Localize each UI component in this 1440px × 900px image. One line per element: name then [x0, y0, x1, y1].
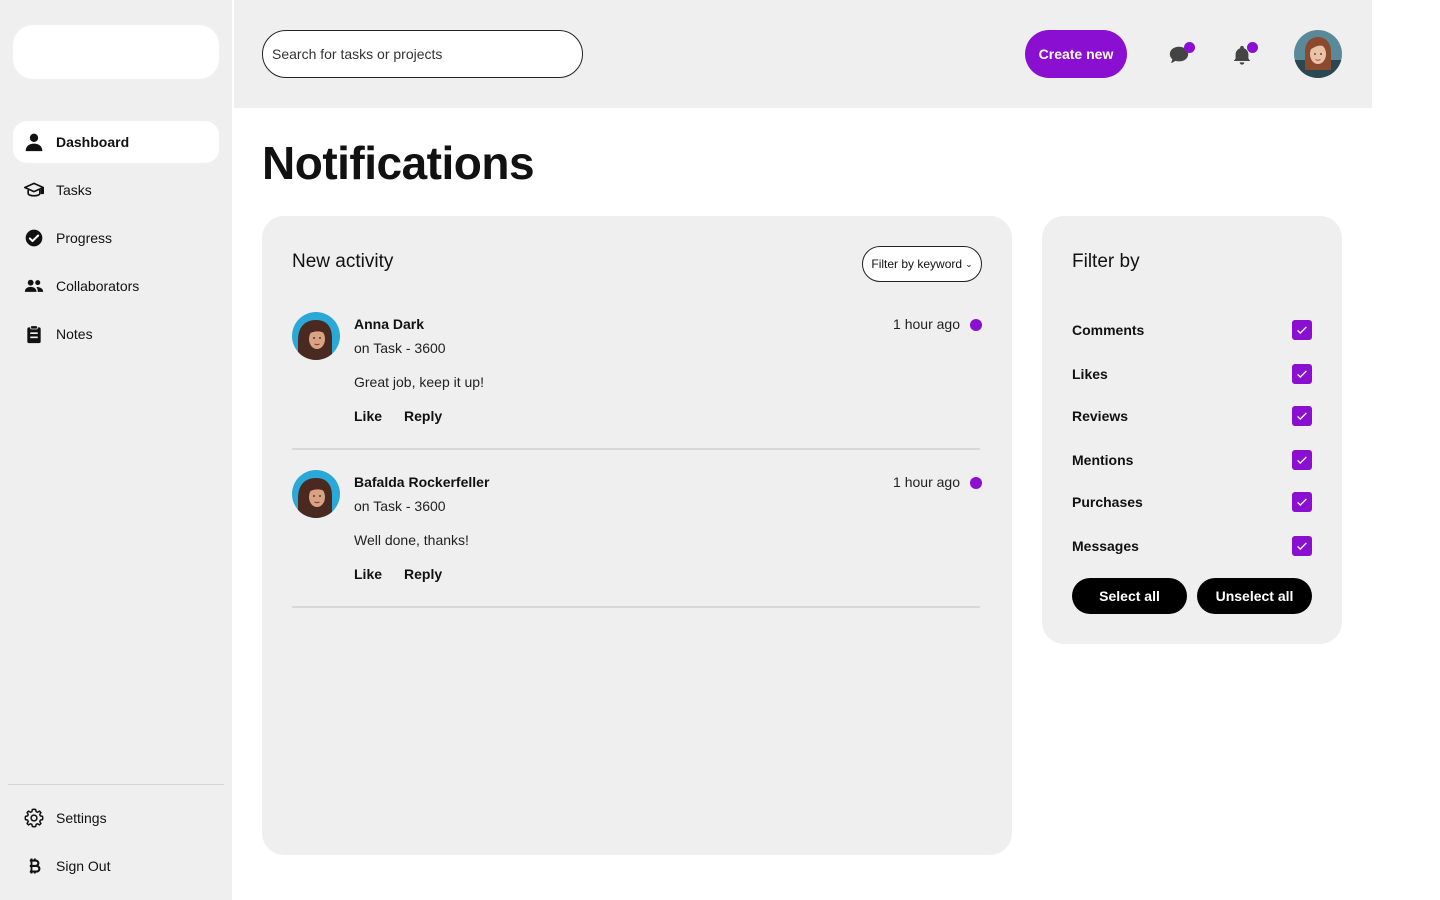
- sidebar: Dashboard Tasks Progress Collaborators N…: [0, 0, 232, 900]
- notifications-button[interactable]: [1231, 42, 1258, 66]
- unread-indicator: [970, 477, 982, 489]
- sidebar-item-tasks[interactable]: Tasks: [13, 169, 219, 211]
- clipboard-icon: [24, 324, 44, 344]
- filter-option-label: Purchases: [1072, 494, 1143, 510]
- users-icon: [24, 276, 44, 296]
- sidebar-item-label: Notes: [56, 326, 93, 342]
- filter-option-label: Mentions: [1072, 452, 1134, 468]
- checkmark-icon: [1297, 456, 1307, 465]
- divider: [292, 606, 980, 608]
- sidebar-item-notes[interactable]: Notes: [13, 313, 219, 355]
- checkmark-icon: [1297, 370, 1307, 379]
- chat-unread-dot: [1184, 42, 1195, 53]
- sidebar-item-settings[interactable]: Settings: [13, 797, 219, 839]
- activity-panel-title: New activity: [292, 251, 394, 272]
- gear-icon: [24, 808, 44, 828]
- unselect-all-button[interactable]: Unselect all: [1197, 578, 1312, 614]
- checkmark-icon: [1297, 412, 1307, 421]
- purchases-checkbox[interactable]: [1292, 492, 1312, 512]
- activity-author[interactable]: Bafalda Rockerfeller: [354, 474, 489, 490]
- activity-context: on Task - 3600: [354, 340, 446, 356]
- sidebar-divider: [8, 784, 224, 785]
- activity-panel: New activity Filter by keyword ⌄ Anna Da…: [262, 216, 1012, 855]
- sidebar-item-collaborators[interactable]: Collaborators: [13, 265, 219, 307]
- sidebar-item-label: Dashboard: [56, 134, 130, 150]
- comments-checkbox[interactable]: [1292, 320, 1312, 340]
- reply-button[interactable]: Reply: [404, 566, 442, 582]
- filter-by-keyword-dropdown[interactable]: Filter by keyword ⌄: [862, 246, 982, 282]
- sidebar-item-label: Tasks: [56, 182, 92, 198]
- filter-option-label: Likes: [1072, 366, 1108, 382]
- sidebar-item-dashboard[interactable]: Dashboard: [13, 121, 219, 163]
- like-button[interactable]: Like: [354, 408, 382, 424]
- sidebar-item-sign-out[interactable]: Sign Out: [13, 845, 219, 887]
- activity-message: Great job, keep it up!: [354, 374, 484, 390]
- avatar[interactable]: [292, 470, 340, 518]
- checkmark-icon: [1297, 498, 1307, 507]
- bitcoin-icon: [24, 856, 44, 876]
- chevron-down-icon: ⌄: [965, 258, 973, 269]
- activity-time: 1 hour ago: [893, 474, 960, 490]
- chat-button[interactable]: [1168, 42, 1195, 66]
- activity-time: 1 hour ago: [893, 316, 960, 332]
- activity-message: Well done, thanks!: [354, 532, 469, 548]
- likes-checkbox[interactable]: [1292, 364, 1312, 384]
- avatar[interactable]: [292, 312, 340, 360]
- filter-option-purchases: Purchases: [1072, 492, 1312, 512]
- reply-button[interactable]: Reply: [404, 408, 442, 424]
- select-all-button[interactable]: Select all: [1072, 578, 1187, 614]
- user-icon: [24, 132, 44, 152]
- sidebar-item-label: Settings: [56, 810, 107, 826]
- filter-option-likes: Likes: [1072, 364, 1312, 384]
- filter-option-comments: Comments: [1072, 320, 1312, 340]
- filter-option-label: Reviews: [1072, 408, 1129, 424]
- filter-option-reviews: Reviews: [1072, 406, 1312, 426]
- unread-indicator: [970, 319, 982, 331]
- reviews-checkbox[interactable]: [1292, 406, 1312, 426]
- logo-placeholder: [13, 25, 219, 79]
- check-circle-icon: [24, 228, 44, 248]
- filter-option-mentions: Mentions: [1072, 450, 1312, 470]
- filter-panel: Filter by Comments Likes Reviews Mention…: [1042, 216, 1342, 644]
- activity-author[interactable]: Anna Dark: [354, 316, 424, 332]
- top-bar: Create new: [234, 0, 1372, 108]
- create-new-button[interactable]: Create new: [1025, 30, 1127, 78]
- filter-panel-title: Filter by: [1072, 251, 1140, 272]
- sidebar-item-progress[interactable]: Progress: [13, 217, 219, 259]
- filter-option-messages: Messages: [1072, 536, 1312, 556]
- mentions-checkbox[interactable]: [1292, 450, 1312, 470]
- checkmark-icon: [1297, 326, 1307, 335]
- checkmark-icon: [1297, 542, 1307, 551]
- divider: [292, 448, 980, 450]
- filter-option-label: Messages: [1072, 538, 1139, 554]
- sidebar-item-label: Sign Out: [56, 858, 111, 874]
- activity-context: on Task - 3600: [354, 498, 446, 514]
- sidebar-item-label: Progress: [56, 230, 113, 246]
- page-title: Notifications: [262, 137, 535, 189]
- filter-option-label: Comments: [1072, 322, 1145, 338]
- graduation-cap-icon: [24, 180, 44, 200]
- notification-unread-dot: [1247, 42, 1258, 53]
- like-button[interactable]: Like: [354, 566, 382, 582]
- user-avatar[interactable]: [1294, 30, 1342, 78]
- dropdown-label: Filter by keyword: [871, 257, 963, 271]
- sidebar-item-label: Collaborators: [56, 278, 140, 294]
- messages-checkbox[interactable]: [1292, 536, 1312, 556]
- search-input[interactable]: [262, 30, 583, 78]
